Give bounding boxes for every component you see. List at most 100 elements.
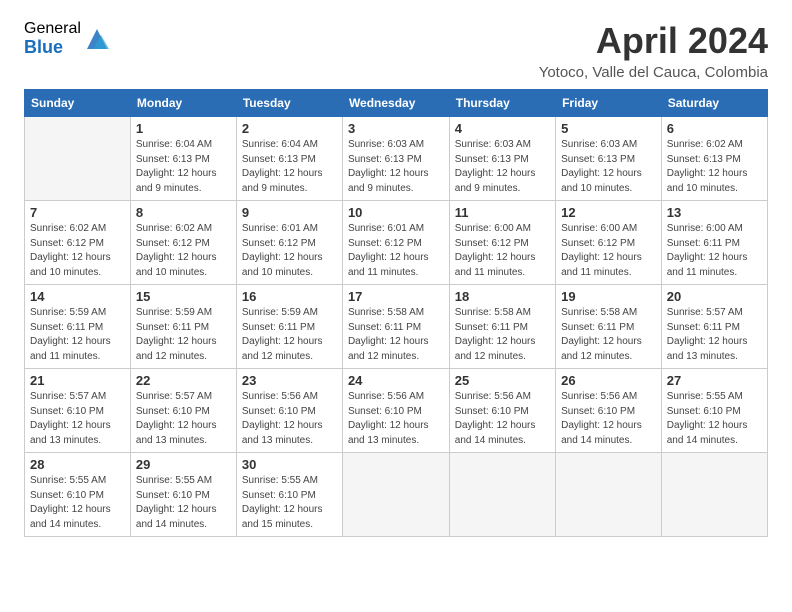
daylight-text-line2: and 12 minutes. bbox=[561, 350, 656, 365]
daylight-text-line2: and 12 minutes. bbox=[242, 350, 337, 365]
calendar-cell bbox=[342, 453, 449, 537]
header: General Blue April 2024 Yotoco, Valle de… bbox=[24, 20, 768, 81]
sunset-text: Sunset: 6:12 PM bbox=[242, 237, 337, 252]
day-number: 6 bbox=[667, 121, 762, 136]
sunset-text: Sunset: 6:10 PM bbox=[348, 405, 444, 420]
daylight-text-line1: Daylight: 12 hours bbox=[242, 503, 337, 518]
daylight-text-line2: and 14 minutes. bbox=[561, 434, 656, 449]
calendar-cell: 3Sunrise: 6:03 AMSunset: 6:13 PMDaylight… bbox=[342, 117, 449, 201]
day-info: Sunrise: 5:58 AMSunset: 6:11 PMDaylight:… bbox=[348, 306, 444, 364]
sunset-text: Sunset: 6:12 PM bbox=[136, 237, 231, 252]
daylight-text-line2: and 13 minutes. bbox=[667, 350, 762, 365]
calendar-table: SundayMondayTuesdayWednesdayThursdayFrid… bbox=[24, 89, 768, 537]
day-number: 16 bbox=[242, 289, 337, 304]
calendar-cell: 9Sunrise: 6:01 AMSunset: 6:12 PMDaylight… bbox=[236, 201, 342, 285]
daylight-text-line1: Daylight: 12 hours bbox=[455, 335, 550, 350]
sunset-text: Sunset: 6:10 PM bbox=[30, 489, 125, 504]
daylight-text-line1: Daylight: 12 hours bbox=[455, 419, 550, 434]
weekday-header-thursday: Thursday bbox=[449, 90, 555, 117]
day-info: Sunrise: 5:55 AMSunset: 6:10 PMDaylight:… bbox=[242, 474, 337, 532]
weekday-header-monday: Monday bbox=[130, 90, 236, 117]
logo-general: General bbox=[24, 20, 81, 38]
daylight-text-line2: and 11 minutes. bbox=[667, 266, 762, 281]
daylight-text-line1: Daylight: 12 hours bbox=[242, 251, 337, 266]
sunrise-text: Sunrise: 6:01 AM bbox=[242, 222, 337, 237]
day-info: Sunrise: 6:03 AMSunset: 6:13 PMDaylight:… bbox=[561, 138, 656, 196]
day-number: 20 bbox=[667, 289, 762, 304]
daylight-text-line1: Daylight: 12 hours bbox=[30, 251, 125, 266]
daylight-text-line1: Daylight: 12 hours bbox=[348, 167, 444, 182]
daylight-text-line2: and 10 minutes. bbox=[561, 182, 656, 197]
calendar-cell: 2Sunrise: 6:04 AMSunset: 6:13 PMDaylight… bbox=[236, 117, 342, 201]
calendar-cell: 29Sunrise: 5:55 AMSunset: 6:10 PMDayligh… bbox=[130, 453, 236, 537]
day-number: 17 bbox=[348, 289, 444, 304]
sunset-text: Sunset: 6:10 PM bbox=[455, 405, 550, 420]
day-info: Sunrise: 5:59 AMSunset: 6:11 PMDaylight:… bbox=[30, 306, 125, 364]
day-number: 26 bbox=[561, 373, 656, 388]
sunrise-text: Sunrise: 5:58 AM bbox=[455, 306, 550, 321]
sunrise-text: Sunrise: 6:00 AM bbox=[667, 222, 762, 237]
weekday-header-saturday: Saturday bbox=[661, 90, 767, 117]
sunset-text: Sunset: 6:12 PM bbox=[455, 237, 550, 252]
day-number: 22 bbox=[136, 373, 231, 388]
daylight-text-line1: Daylight: 12 hours bbox=[561, 419, 656, 434]
day-number: 3 bbox=[348, 121, 444, 136]
calendar-cell: 19Sunrise: 5:58 AMSunset: 6:11 PMDayligh… bbox=[556, 285, 662, 369]
daylight-text-line2: and 14 minutes. bbox=[136, 518, 231, 533]
weekday-header-friday: Friday bbox=[556, 90, 662, 117]
sunset-text: Sunset: 6:12 PM bbox=[561, 237, 656, 252]
day-info: Sunrise: 6:01 AMSunset: 6:12 PMDaylight:… bbox=[242, 222, 337, 280]
daylight-text-line1: Daylight: 12 hours bbox=[348, 419, 444, 434]
calendar-cell: 7Sunrise: 6:02 AMSunset: 6:12 PMDaylight… bbox=[25, 201, 131, 285]
calendar-cell: 8Sunrise: 6:02 AMSunset: 6:12 PMDaylight… bbox=[130, 201, 236, 285]
calendar-cell: 23Sunrise: 5:56 AMSunset: 6:10 PMDayligh… bbox=[236, 369, 342, 453]
daylight-text-line1: Daylight: 12 hours bbox=[667, 251, 762, 266]
day-number: 5 bbox=[561, 121, 656, 136]
daylight-text-line2: and 9 minutes. bbox=[455, 182, 550, 197]
day-number: 19 bbox=[561, 289, 656, 304]
daylight-text-line1: Daylight: 12 hours bbox=[667, 335, 762, 350]
sunset-text: Sunset: 6:11 PM bbox=[348, 321, 444, 336]
day-number: 27 bbox=[667, 373, 762, 388]
calendar-cell: 27Sunrise: 5:55 AMSunset: 6:10 PMDayligh… bbox=[661, 369, 767, 453]
daylight-text-line2: and 12 minutes. bbox=[455, 350, 550, 365]
daylight-text-line1: Daylight: 12 hours bbox=[561, 251, 656, 266]
week-row-5: 28 Sunrise: 5:55 AMSunset: 6:10 PMDayligh… bbox=[25, 453, 768, 537]
sunset-text: Sunset: 6:10 PM bbox=[30, 405, 125, 420]
sunrise-text: Sunrise: 5:57 AM bbox=[136, 390, 231, 405]
daylight-text-line2: and 14 minutes. bbox=[30, 518, 125, 533]
sunset-text: Sunset: 6:11 PM bbox=[667, 321, 762, 336]
day-info: Sunrise: 5:55 AMSunset: 6:10 PMDaylight:… bbox=[30, 474, 125, 532]
sunset-text: Sunset: 6:13 PM bbox=[348, 153, 444, 168]
day-info: Sunrise: 6:02 AMSunset: 6:12 PMDaylight:… bbox=[30, 222, 125, 280]
sunset-text: Sunset: 6:10 PM bbox=[136, 489, 231, 504]
calendar-cell: 21Sunrise: 5:57 AMSunset: 6:10 PMDayligh… bbox=[25, 369, 131, 453]
daylight-text-line1: Daylight: 12 hours bbox=[30, 503, 125, 518]
day-number: 28 bbox=[30, 457, 125, 472]
week-row-1: 1Sunrise: 6:04 AMSunset: 6:13 PMDaylight… bbox=[25, 117, 768, 201]
sunrise-text: Sunrise: 5:55 AM bbox=[667, 390, 762, 405]
sunset-text: Sunset: 6:11 PM bbox=[30, 321, 125, 336]
sunrise-text: Sunrise: 5:57 AM bbox=[667, 306, 762, 321]
day-info: Sunrise: 5:55 AMSunset: 6:10 PMDaylight:… bbox=[136, 474, 231, 532]
daylight-text-line2: and 10 minutes. bbox=[30, 266, 125, 281]
sunrise-text: Sunrise: 5:59 AM bbox=[242, 306, 337, 321]
sunrise-text: Sunrise: 6:02 AM bbox=[667, 138, 762, 153]
daylight-text-line2: and 10 minutes. bbox=[667, 182, 762, 197]
logo-icon bbox=[83, 25, 111, 53]
day-number: 25 bbox=[455, 373, 550, 388]
day-number: 10 bbox=[348, 205, 444, 220]
calendar-cell: 17 Sunrise: 5:58 AMSunset: 6:11 PMDayligh… bbox=[342, 285, 449, 369]
daylight-text-line1: Daylight: 12 hours bbox=[455, 251, 550, 266]
sunset-text: Sunset: 6:10 PM bbox=[242, 489, 337, 504]
daylight-text-line1: Daylight: 12 hours bbox=[30, 419, 125, 434]
day-number: 12 bbox=[561, 205, 656, 220]
sunset-text: Sunset: 6:13 PM bbox=[242, 153, 337, 168]
calendar-cell: 18Sunrise: 5:58 AMSunset: 6:11 PMDayligh… bbox=[449, 285, 555, 369]
daylight-text-line2: and 11 minutes. bbox=[561, 266, 656, 281]
sunrise-text: Sunrise: 6:04 AM bbox=[242, 138, 337, 153]
calendar-cell: 22Sunrise: 5:57 AMSunset: 6:10 PMDayligh… bbox=[130, 369, 236, 453]
sunrise-text: Sunrise: 6:00 AM bbox=[455, 222, 550, 237]
day-info: Sunrise: 6:01 AMSunset: 6:12 PMDaylight:… bbox=[348, 222, 444, 280]
daylight-text-line1: Daylight: 12 hours bbox=[348, 251, 444, 266]
